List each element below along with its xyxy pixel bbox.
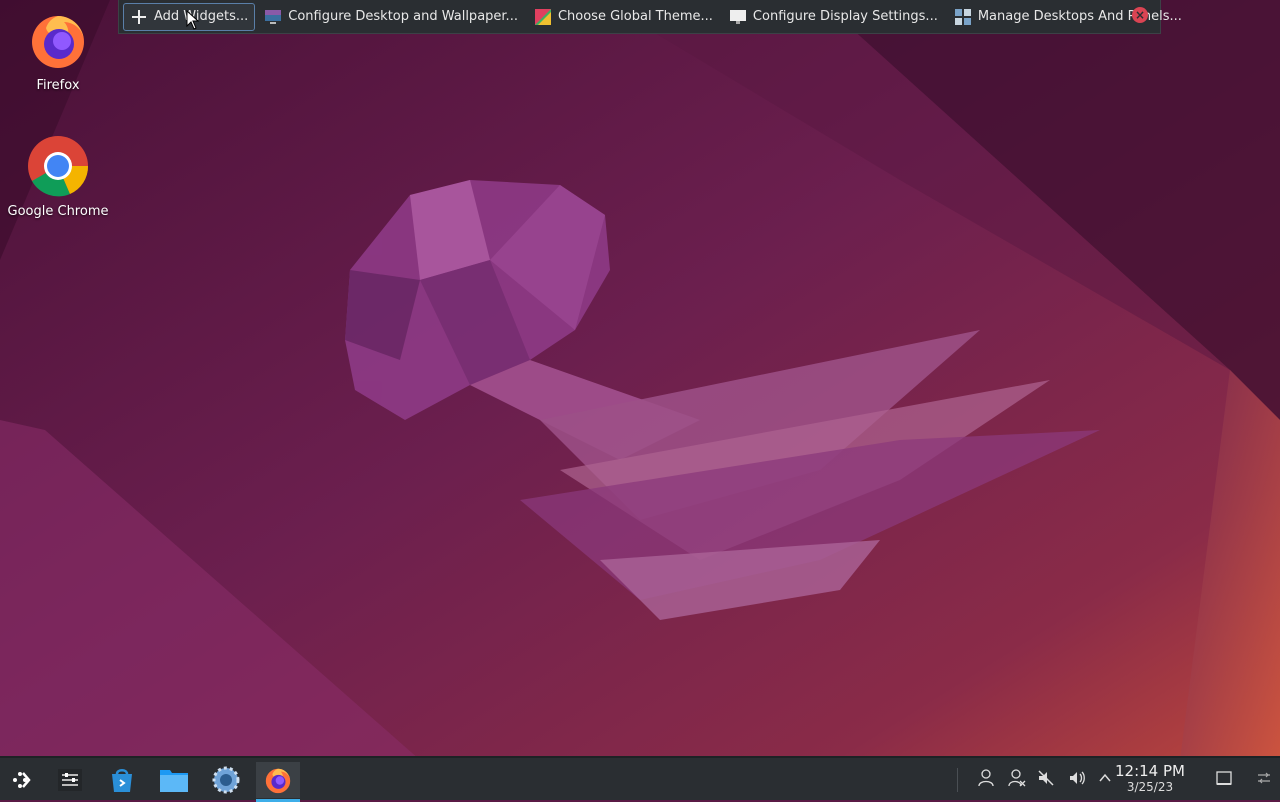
close-icon[interactable]: × (1132, 7, 1148, 23)
add-widgets-label: Add Widgets... (154, 9, 249, 24)
firefox-task[interactable] (256, 762, 300, 802)
theme-icon (534, 8, 551, 25)
system-settings-icon (58, 769, 82, 791)
configure-desktop-button[interactable]: Configure Desktop and Wallpaper... (257, 3, 525, 31)
configure-desktop-label: Configure Desktop and Wallpaper... (288, 9, 518, 24)
mouse-cursor (186, 10, 200, 30)
clock-time: 12:14 PM (1115, 762, 1185, 780)
display-icon (729, 9, 746, 24)
discover-store-icon (112, 769, 132, 792)
microphone-muted-icon[interactable] (1036, 768, 1056, 788)
firefox-icon (265, 768, 291, 794)
network-icon[interactable] (1007, 768, 1027, 788)
choose-global-theme-label: Choose Global Theme... (557, 9, 713, 24)
chrome-icon (28, 136, 89, 197)
firefox-icon (32, 16, 84, 68)
desktop-icon-label: Google Chrome (7, 204, 109, 219)
settings-launcher[interactable] (206, 762, 246, 798)
file-manager-launcher[interactable] (154, 762, 194, 798)
settings-gear-icon (212, 766, 240, 794)
desktop-toolbox: Add Widgets... Configure Desktop and Wal… (118, 0, 1182, 34)
desktop-icon-google-chrome[interactable]: Google Chrome (3, 134, 113, 219)
file-manager-icon (160, 770, 188, 792)
clock-date: 3/25/23 (1126, 780, 1174, 794)
tray-separator (957, 768, 958, 792)
digital-clock[interactable]: 12:14 PM 3/25/23 (1112, 762, 1188, 795)
desktop-icon-label: Firefox (36, 78, 80, 93)
volume-icon[interactable] (1067, 768, 1087, 788)
system-settings-launcher[interactable] (50, 762, 90, 798)
panel-config-icon[interactable] (1254, 768, 1274, 788)
desktop-icon-firefox[interactable]: Firefox (3, 8, 113, 93)
desktop-wallpaper (0, 0, 1280, 800)
plus-icon (132, 9, 146, 24)
taskbar: 12:14 PM 3/25/23 (0, 756, 1280, 802)
configure-display-label: Configure Display Settings... (752, 9, 938, 24)
discover-store-launcher[interactable] (102, 762, 142, 798)
manage-desktops-panels-label: Manage Desktops And Panels... (977, 9, 1182, 24)
app-launcher-button[interactable] (2, 762, 42, 798)
show-desktop-icon[interactable] (1214, 768, 1234, 788)
panels-icon (954, 8, 971, 25)
manage-desktops-panels-button[interactable]: Manage Desktops And Panels... (947, 3, 1189, 31)
configure-display-button[interactable]: Configure Display Settings... (722, 3, 945, 31)
choose-global-theme-button[interactable]: Choose Global Theme... (527, 3, 720, 31)
user-icon[interactable] (976, 768, 996, 788)
app-launcher-icon (13, 772, 31, 788)
wallpaper-icon (265, 9, 282, 24)
